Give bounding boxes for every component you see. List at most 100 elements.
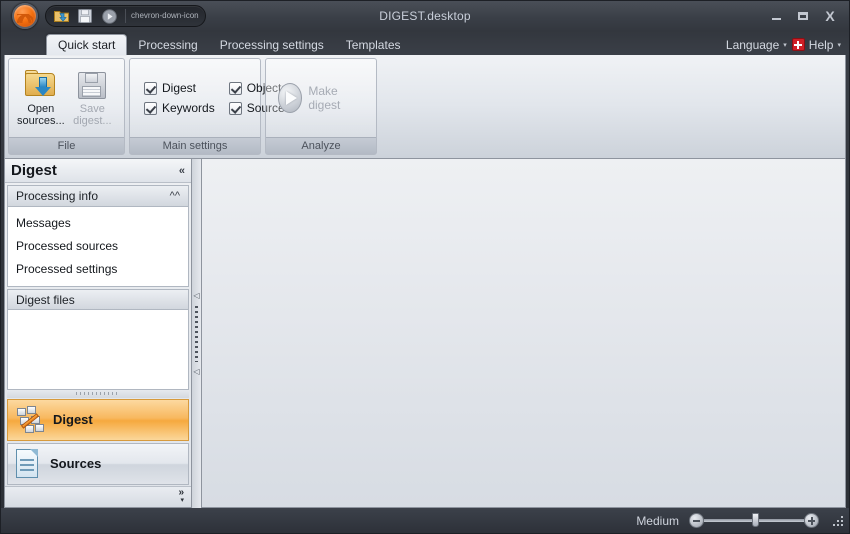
chevron-down-icon: ▾	[837, 41, 841, 49]
quick-access-toolbar: chevron-down-icon	[45, 5, 206, 27]
sidebar-item-processed-settings[interactable]: Processed settings	[8, 258, 188, 281]
red-cross-help-icon	[791, 38, 805, 51]
collapse-left-icon[interactable]: ◁	[193, 291, 199, 300]
sidebar-nav-label: Digest	[53, 412, 93, 428]
open-sources-label: Open sources...	[17, 102, 65, 127]
open-folder-icon[interactable]	[50, 7, 72, 25]
sidebar-nav-digest[interactable]: Digest	[7, 398, 189, 441]
checkbox-checked-icon	[228, 101, 242, 115]
document-icon	[16, 449, 41, 479]
play-glyph	[101, 8, 117, 24]
ribbon-group-main-settings: Digest Objects Keywords Source	[129, 58, 287, 155]
help-label: Help	[808, 37, 834, 52]
checkbox-label: Digest	[162, 81, 197, 95]
sidebar-footer: » ▾	[5, 485, 191, 507]
save-digest-button[interactable]: Save digest...	[67, 67, 118, 130]
zoom-slider[interactable]	[689, 513, 819, 528]
sidebar-item-messages[interactable]: Messages	[8, 212, 188, 235]
tab-strip-actions: Language ▾ Help ▾	[726, 34, 849, 55]
checkbox-keywords[interactable]: Keywords	[144, 101, 215, 115]
sidebar-item-processed-sources[interactable]: Processed sources	[8, 235, 188, 258]
title-bar: chevron-down-icon DIGEST.desktop X	[1, 1, 849, 31]
sidebar-nav-sources[interactable]: Sources	[7, 442, 189, 485]
application-window: chevron-down-icon DIGEST.desktop X Quick…	[0, 0, 850, 534]
open-folder-icon	[24, 69, 58, 100]
sidebar-nav-label: Sources	[50, 456, 102, 472]
ribbon-tab-strip: Quick start Processing Processing settin…	[1, 31, 849, 55]
sidebar-item-label: Processed settings	[16, 262, 118, 277]
checkbox-checked-icon	[144, 81, 157, 95]
status-bar: Medium	[1, 508, 849, 533]
chevron-down-icon[interactable]: chevron-down-icon	[131, 12, 199, 20]
blocks-icon	[16, 405, 44, 434]
save-floppy-glyph	[78, 9, 92, 23]
resize-grip-icon[interactable]	[831, 513, 845, 528]
sidebar-item-label: Processed sources	[16, 239, 119, 254]
app-logo-icon	[12, 3, 38, 29]
make-digest-button[interactable]: Make digest	[272, 79, 370, 117]
close-button[interactable]: X	[817, 6, 843, 26]
tab-label: Processing	[138, 37, 198, 52]
zoom-in-icon[interactable]	[804, 513, 819, 528]
ribbon: Open sources... Save digest... File Dige…	[4, 55, 846, 159]
checkbox-digest[interactable]: Digest	[144, 81, 215, 95]
workspace: Digest « Processing info ^^ Messages Pro…	[1, 159, 849, 508]
ribbon-group-analyze-title: Analyze	[266, 137, 376, 154]
tab-label: Templates	[345, 37, 401, 52]
language-menu[interactable]: Language ▾	[726, 38, 787, 52]
sidebar-title: Digest «	[5, 159, 191, 184]
checkbox-checked-icon	[144, 101, 157, 115]
collapse-left-icon[interactable]: ◁	[193, 367, 199, 376]
checkbox-checked-icon	[228, 81, 242, 95]
save-floppy-icon	[77, 70, 107, 100]
qat-separator	[125, 9, 126, 23]
zoom-out-icon[interactable]	[689, 513, 704, 528]
chevron-down-icon[interactable]: ▾	[180, 497, 184, 504]
sidebar-title-label: Digest	[11, 162, 57, 180]
maximize-button[interactable]	[790, 6, 816, 26]
open-folder-glyph	[53, 11, 69, 22]
ribbon-group-main-settings-title: Main settings	[130, 137, 260, 154]
ribbon-group-analyze: Make digest Analyze	[265, 58, 377, 155]
tab-quick-start[interactable]: Quick start	[46, 34, 128, 55]
zoom-slider-thumb[interactable]	[752, 513, 759, 527]
open-sources-button[interactable]: Open sources...	[15, 67, 67, 130]
tab-label: Quick start	[58, 38, 116, 52]
language-label: Language	[725, 37, 780, 52]
sidebar-resize-grip[interactable]	[7, 390, 189, 398]
help-menu[interactable]: Help ▾	[791, 37, 841, 52]
sidebar-splitter[interactable]: ◁ ◁	[192, 159, 201, 508]
digest-files-list[interactable]	[7, 310, 189, 391]
sidebar-section-digest-files[interactable]: Digest files	[7, 288, 189, 311]
chevron-down-icon: ▾	[783, 41, 787, 49]
play-icon	[278, 83, 303, 113]
main-content-area[interactable]	[201, 159, 846, 508]
app-menu-button[interactable]	[3, 1, 47, 31]
sidebar: Digest « Processing info ^^ Messages Pro…	[4, 159, 192, 508]
ribbon-group-analyze-body: Make digest	[266, 59, 376, 137]
minimize-button[interactable]	[763, 6, 789, 26]
checkbox-label: Keywords	[162, 101, 215, 115]
window-controls: X	[763, 6, 849, 26]
chevron-up-icon[interactable]: ^^	[170, 190, 180, 202]
save-digest-label: Save digest...	[73, 102, 112, 127]
play-icon[interactable]	[98, 7, 120, 25]
ribbon-group-file: Open sources... Save digest... File	[8, 58, 125, 155]
sidebar-section-label: Processing info	[16, 189, 99, 204]
zoom-slider-track[interactable]	[704, 513, 804, 527]
ribbon-group-file-body: Open sources... Save digest...	[9, 59, 124, 137]
ribbon-group-main-settings-body: Digest Objects Keywords Source	[130, 59, 287, 137]
processing-info-list: Messages Processed sources Processed set…	[7, 206, 189, 287]
sidebar-section-processing-info[interactable]: Processing info ^^	[7, 185, 189, 207]
collapse-left-icon[interactable]: «	[179, 165, 185, 177]
save-floppy-icon[interactable]	[74, 7, 96, 25]
tab-templates[interactable]: Templates	[335, 34, 412, 55]
close-icon: X	[825, 8, 835, 24]
tab-processing[interactable]: Processing	[127, 34, 208, 55]
sidebar-item-label: Messages	[16, 216, 71, 231]
splitter-grip[interactable]	[195, 305, 198, 362]
tab-processing-settings[interactable]: Processing settings	[209, 34, 335, 55]
zoom-level-label: Medium	[636, 513, 679, 528]
sidebar-section-label: Digest files	[16, 292, 75, 307]
expand-right-icon[interactable]: »	[178, 488, 184, 498]
